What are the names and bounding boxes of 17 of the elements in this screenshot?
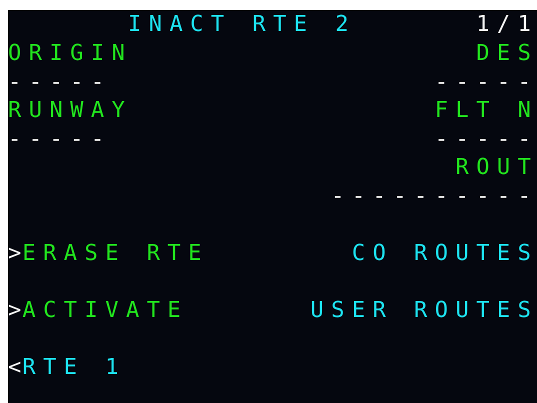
menu-option: ERASE RTE	[22, 240, 209, 268]
prompt-mark: >	[8, 240, 22, 268]
empty-field: -----	[434, 68, 537, 97]
prompt-mark: >	[8, 296, 22, 324]
page-title: INACT RTE 2	[128, 11, 356, 39]
prompt-mark: <	[8, 354, 22, 382]
field-label: FLT N	[434, 97, 537, 125]
empty-field: -----	[8, 68, 112, 97]
field-label: ORIGIN	[8, 40, 132, 68]
field-label: DES	[476, 40, 537, 68]
page-number: 1/1	[476, 11, 537, 39]
empty-field: ----------	[331, 182, 537, 211]
field-label: ROUT	[455, 154, 537, 182]
field-label: RUNWAY	[8, 97, 132, 125]
menu-option: ACTIVATE	[22, 296, 188, 325]
empty-field: -----	[8, 126, 112, 154]
empty-field: -----	[434, 126, 537, 154]
